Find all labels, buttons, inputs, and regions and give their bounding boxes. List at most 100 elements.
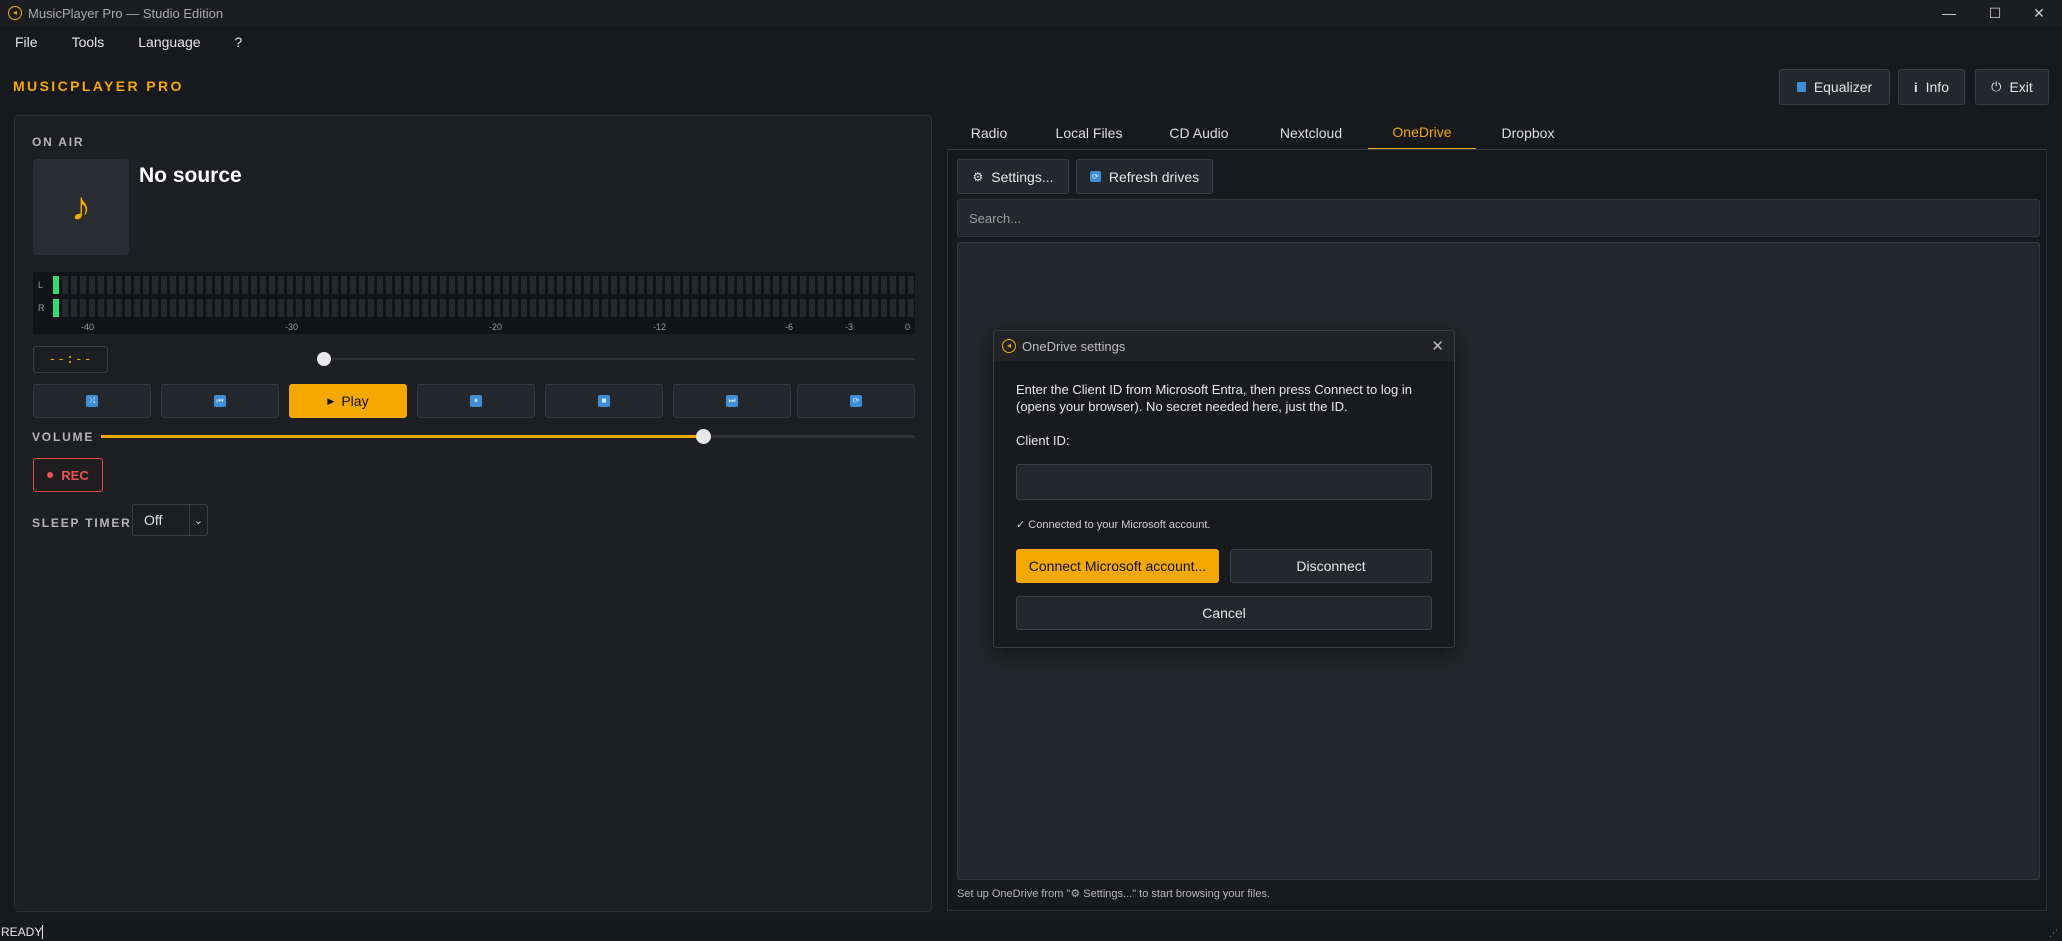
chevron-down-icon: ⌄ [189,505,207,535]
vu-segment [386,276,392,294]
equalizer-button[interactable]: Equalizer [1779,69,1890,105]
play-button[interactable]: ▶ Play [289,384,407,418]
volume-fill [101,435,703,438]
vu-segment [701,276,707,294]
connect-label: Connect Microsoft account... [1028,558,1207,574]
vu-segment [809,299,815,317]
time-display: --:-- [33,346,108,373]
vu-segment [683,276,689,294]
search-input[interactable]: Search... [957,199,2040,237]
previous-button[interactable]: ⏮ [161,384,279,418]
vu-segment [143,299,149,317]
vu-segment [899,299,905,317]
vu-segment [638,299,644,317]
resize-grip-icon[interactable]: ⋰ [2049,928,2058,939]
next-icon: ⏭ [726,395,738,407]
vu-segment [818,276,824,294]
vu-segment [242,299,248,317]
vu-segment [377,276,383,294]
record-dot-icon [47,472,54,478]
vu-segment [413,276,419,294]
vu-segment [593,276,599,294]
vu-segment [53,299,59,317]
seek-handle[interactable] [317,352,331,366]
exit-button[interactable]: ⏻ Exit [1975,69,2049,105]
tab-nextcloud[interactable]: Nextcloud [1268,116,1354,150]
vu-segment [125,299,131,317]
vu-segment [665,276,671,294]
vu-segment [845,299,851,317]
stop-button[interactable]: ■ [545,384,663,418]
disconnect-button[interactable]: Disconnect [1230,549,1432,583]
menu-tools[interactable]: Tools [72,34,105,50]
seek-track[interactable] [325,358,915,360]
volume-handle[interactable] [696,429,711,444]
pause-button[interactable]: ⏸ [417,384,535,418]
vu-segment [683,299,689,317]
sleep-timer-select[interactable]: Off ⌄ [132,504,208,536]
vu-segment [278,299,284,317]
vu-segment [791,299,797,317]
vu-segment [539,276,545,294]
connection-status: ✓ Connected to your Microsoft account. [1016,519,1211,531]
tab-local-files[interactable]: Local Files [1048,116,1130,150]
client-id-input[interactable] [1016,464,1432,500]
tab-cd-audio[interactable]: CD Audio [1162,116,1236,150]
refresh-drives-button[interactable]: ⟳ Refresh drives [1076,159,1213,194]
dialog-close-button[interactable]: ✕ [1431,337,1444,355]
vu-segment [368,276,374,294]
hint-prefix: Set up OneDrive from " [957,888,1071,900]
next-button[interactable]: ⏭ [673,384,791,418]
vu-segment [305,276,311,294]
tab-radio[interactable]: Radio [962,116,1016,150]
vu-segment [269,299,275,317]
repeat-button[interactable]: ⟳ [797,384,915,418]
vu-segment [620,299,626,317]
vu-segment [881,276,887,294]
vu-segment [710,299,716,317]
vu-segment [80,276,86,294]
close-window-button[interactable]: ✕ [2016,0,2062,26]
hint-settings: Settings... [1083,888,1133,900]
vu-segment [620,276,626,294]
vu-segment [233,276,239,294]
vu-segment [440,276,446,294]
cancel-button[interactable]: Cancel [1016,596,1432,630]
vu-segment [908,276,914,294]
maximize-button[interactable]: ☐ [1972,0,2018,26]
vu-segment [530,276,536,294]
settings-label: Settings... [991,168,1054,185]
pause-icon: ⏸ [470,395,482,407]
menu-language[interactable]: Language [138,34,200,50]
vu-segment [809,276,815,294]
tab-onedrive[interactable]: OneDrive [1368,116,1476,150]
vu-segment [296,276,302,294]
vu-segment [89,276,95,294]
equalizer-icon [1796,82,1806,92]
vu-segment [674,299,680,317]
menu-file[interactable]: File [15,34,38,50]
menu-help[interactable]: ? [235,34,243,50]
vu-segment [197,276,203,294]
minimize-button[interactable]: — [1926,0,1972,26]
vu-segment [656,276,662,294]
vu-segment [674,276,680,294]
player-panel: ON AIR ♪ No source L R -40 -30 -20 -12 -… [14,115,932,912]
vu-segment [62,276,68,294]
vu-segment [152,299,158,317]
vu-right-channel [53,299,914,317]
tab-dropbox[interactable]: Dropbox [1490,116,1566,150]
vu-segment [782,276,788,294]
vu-segment [440,299,446,317]
settings-button[interactable]: ⚙ Settings... [957,159,1069,194]
vu-segment [557,299,563,317]
vu-segment [800,276,806,294]
info-icon: i [1914,79,1918,95]
vu-segment [908,299,914,317]
text-caret [42,925,43,939]
record-button[interactable]: REC [33,458,103,492]
vu-scale-tick: -3 [845,322,854,332]
info-button[interactable]: i Info [1898,69,1965,105]
shuffle-button[interactable]: ⤨ [33,384,151,418]
connect-account-button[interactable]: Connect Microsoft account... [1016,549,1219,583]
